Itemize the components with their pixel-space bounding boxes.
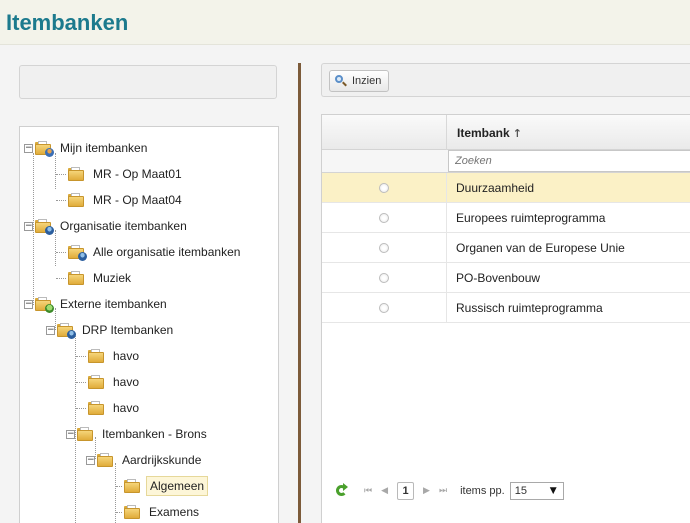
tree-node-label: Mijn itembanken (60, 141, 148, 155)
itembank-grid: Itembank↑ Duurzaamheid Europees ruimtepr… (321, 114, 690, 523)
pager: ⏮ ◀ 1 ▶ ⏭ items pp. 15 ▼ (322, 477, 690, 505)
folder-icon (77, 427, 93, 441)
row-select-cell[interactable] (322, 263, 447, 292)
collapse-toggle[interactable]: − (66, 429, 75, 439)
sort-ascending-icon: ↑ (512, 127, 522, 140)
tree-node-label: havo (113, 375, 140, 389)
grid-toolbar: Inzien (321, 63, 690, 97)
row-radio[interactable] (379, 302, 389, 313)
tree-node-label: Organisatie itembanken (60, 219, 187, 233)
folder-icon (88, 401, 104, 415)
items-per-page-value: 15 (514, 485, 527, 497)
row-radio[interactable] (379, 242, 389, 253)
folder-icon (124, 505, 140, 519)
row-radio[interactable] (379, 272, 389, 283)
table-row[interactable]: PO-Bovenbouw (322, 263, 690, 293)
column-header-label: Itembank (457, 126, 510, 140)
tree-node-label: Algemeen (146, 476, 209, 496)
inzien-button[interactable]: Inzien (329, 70, 390, 92)
items-per-page-select[interactable]: 15 ▼ (509, 482, 564, 500)
row-name: Duurzaamheid (456, 180, 535, 195)
tree-node-externe-itembanken[interactable]: − Externe itembanken (24, 293, 170, 315)
table-row[interactable]: Europees ruimteprogramma (322, 203, 690, 233)
tree-node-itembanken-brons[interactable]: − Itembanken - Brons (66, 423, 210, 445)
left-pane: − Mijn itembanken MR - Op Maat01 MR - Op… (0, 45, 290, 523)
tree-node-muziek[interactable]: Muziek (56, 267, 134, 289)
folder-icon (68, 271, 84, 285)
tree-node-alle-organisatie-itembanken[interactable]: Alle organisatie itembanken (56, 241, 243, 263)
right-pane: Inzien Itembank↑ Duurzaamheid Europees r… (301, 45, 690, 523)
refresh-icon[interactable] (334, 483, 350, 499)
folder-icon (68, 193, 84, 207)
table-row[interactable]: Duurzaamheid (322, 173, 690, 203)
folder-external-icon (35, 297, 54, 313)
tree-node-label: Itembanken - Brons (102, 427, 207, 441)
grid-header: Itembank ↑ (322, 115, 690, 173)
tree-node-mr-op-maat04[interactable]: MR - Op Maat04 (56, 189, 185, 211)
row-name: Europees ruimteprogramma (456, 210, 606, 225)
first-page-button[interactable]: ⏮ (364, 486, 372, 496)
page-title: Itembanken (6, 10, 129, 35)
collapse-toggle[interactable]: − (86, 455, 95, 465)
folder-icon (88, 375, 104, 389)
tree-node-aardrijkskunde[interactable]: − Aardrijkskunde (86, 449, 204, 471)
tree-node-label: havo (113, 349, 140, 363)
tree-node-algemeen[interactable]: Algemeen (116, 475, 209, 497)
tree-node-organisatie-itembanken[interactable]: − Organisatie itembanken (24, 215, 190, 237)
table-row[interactable]: Russisch ruimteprogramma (322, 293, 690, 323)
row-radio[interactable] (379, 182, 389, 193)
folder-icon (88, 349, 104, 363)
row-select-cell[interactable] (322, 233, 447, 262)
row-select-cell[interactable] (322, 203, 447, 232)
row-name: PO-Bovenbouw (456, 270, 541, 285)
search-icon (334, 74, 348, 88)
row-select-cell[interactable] (322, 293, 447, 322)
folder-org-icon (35, 219, 54, 235)
tree-node-havo[interactable]: havo (76, 345, 142, 367)
table-row[interactable]: Organen van de Europese Unie (322, 233, 690, 263)
row-radio[interactable] (379, 212, 389, 223)
folder-icon (68, 167, 84, 181)
current-page-number: 1 (397, 482, 415, 500)
search-input[interactable] (448, 150, 690, 172)
tree-node-mijn-itembanken[interactable]: − Mijn itembanken (24, 137, 150, 159)
items-per-page-label: items pp. (460, 485, 505, 497)
folder-org-icon (68, 245, 87, 261)
tree-node-label: Muziek (93, 271, 132, 285)
tree-node-havo[interactable]: havo (76, 397, 142, 419)
tree-node-label: DRP Itembanken (82, 323, 174, 337)
tree-node-label: Alle organisatie itembanken (93, 245, 241, 259)
column-header-itembank[interactable]: Itembank ↑ (457, 126, 522, 140)
inzien-label: Inzien (352, 75, 382, 87)
tree-node-examens[interactable]: Examens (116, 501, 202, 523)
tree-node-havo[interactable]: havo (76, 371, 142, 393)
folder-user-icon (35, 141, 54, 157)
collapse-toggle[interactable]: − (24, 221, 33, 231)
tree-node-label: Examens (149, 505, 200, 519)
tree-node-mr-op-maat01[interactable]: MR - Op Maat01 (56, 163, 185, 185)
tree-node-label: MR - Op Maat04 (93, 193, 182, 207)
collapse-toggle[interactable]: − (24, 143, 33, 153)
collapse-toggle[interactable]: − (24, 299, 33, 309)
tree-node-label: Externe itembanken (60, 297, 167, 311)
folder-icon (124, 479, 140, 493)
tree-node-label: MR - Op Maat01 (93, 167, 182, 181)
row-name: Russisch ruimteprogramma (456, 300, 603, 315)
collapse-toggle[interactable]: − (46, 325, 55, 335)
folder-org-icon (57, 323, 76, 339)
prev-page-button[interactable]: ◀ (381, 486, 388, 496)
tree-node-drp-itembanken[interactable]: − DRP Itembanken (46, 319, 176, 341)
chevron-down-icon: ▼ (549, 486, 557, 496)
next-page-button[interactable]: ▶ (423, 486, 430, 496)
tree-node-label: havo (113, 401, 140, 415)
folder-icon (97, 453, 113, 467)
row-select-cell[interactable] (322, 173, 447, 202)
tree-node-label: Aardrijkskunde (122, 453, 202, 467)
left-toolbar (19, 65, 277, 99)
row-name: Organen van de Europese Unie (456, 240, 625, 255)
last-page-button[interactable]: ⏭ (439, 486, 447, 496)
itembank-tree: − Mijn itembanken MR - Op Maat01 MR - Op… (19, 126, 279, 523)
header-bar: Itembanken (0, 0, 690, 45)
